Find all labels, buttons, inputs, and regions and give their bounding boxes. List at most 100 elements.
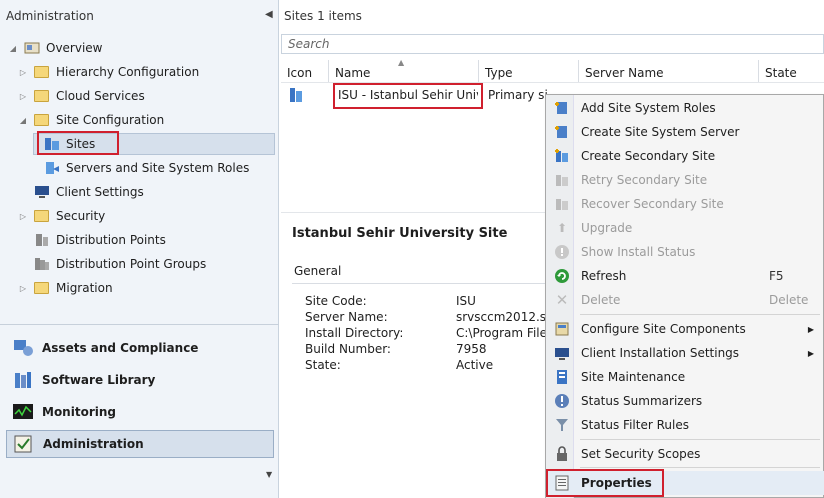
menu-item-create-site-system-server[interactable]: Create Site System Server <box>546 120 824 144</box>
menu-item-label: Retry Secondary Site <box>581 173 708 187</box>
field-state-label: State: <box>305 358 341 372</box>
site-name-highlight-box <box>333 83 483 109</box>
workspace-menu-arrow-icon[interactable]: ▼ <box>266 470 272 479</box>
tree-item-cloud-services[interactable]: ▷ Cloud Services <box>18 85 145 107</box>
detail-section-general: General <box>294 264 342 278</box>
distribution-points-icon <box>34 233 50 247</box>
refresh-icon <box>553 267 571 285</box>
field-state-value: Active <box>456 358 494 372</box>
servers-icon <box>44 161 60 175</box>
column-header-type[interactable]: Type <box>479 60 579 82</box>
overview-icon <box>24 41 40 55</box>
menu-item-label: Create Secondary Site <box>581 149 716 163</box>
field-site-code-label: Site Code: <box>305 294 367 308</box>
search-placeholder: Search <box>288 37 330 51</box>
column-header-state[interactable]: State <box>759 60 824 82</box>
folder-icon <box>34 210 49 222</box>
menu-item-label: Add Site System Roles <box>581 101 716 115</box>
tree-item-site-configuration[interactable]: ◢ Site Configuration <box>18 109 164 131</box>
collapsed-arrow-icon[interactable]: ▷ <box>18 284 28 293</box>
expanded-arrow-icon[interactable]: ◢ <box>18 116 28 125</box>
status-info-icon <box>553 243 571 261</box>
tree-item-label: Hierarchy Configuration <box>56 65 200 79</box>
expanded-arrow-icon[interactable]: ◢ <box>8 44 18 53</box>
menu-item-status-summarizers[interactable]: Status Summarizers <box>546 389 824 413</box>
tree-item-label: Distribution Point Groups <box>56 257 207 271</box>
tree-item-servers-and-site-system-roles[interactable]: Servers and Site System Roles <box>44 157 249 179</box>
lock-icon <box>553 445 571 463</box>
menu-item-label: Recover Secondary Site <box>581 197 724 211</box>
client-install-icon <box>553 344 571 362</box>
menu-item-retry-secondary-site[interactable]: Retry Secondary Site <box>546 168 824 192</box>
workspace-label: Software Library <box>42 373 156 387</box>
workspace-monitoring[interactable]: Monitoring <box>6 398 274 426</box>
sites-highlight-box <box>37 131 119 155</box>
folder-icon <box>34 90 49 102</box>
menu-item-recover-secondary-site[interactable]: Recover Secondary Site <box>546 192 824 216</box>
workspace-assets-and-compliance[interactable]: Assets and Compliance <box>6 334 274 362</box>
field-site-code-value: ISU <box>456 294 476 308</box>
workspace-label: Monitoring <box>42 405 116 419</box>
menu-separator <box>580 314 820 315</box>
menu-item-label: Create Site System Server <box>581 125 740 139</box>
tree-item-client-settings[interactable]: Client Settings <box>34 181 144 203</box>
submenu-arrow-icon: ▶ <box>807 324 814 334</box>
tree-item-overview[interactable]: ◢ Overview <box>8 37 103 59</box>
client-settings-icon <box>34 185 50 199</box>
upgrade-arrow-icon: ⬆ <box>556 221 568 235</box>
collapsed-arrow-icon[interactable]: ▷ <box>18 212 28 221</box>
menu-item-configure-site-components[interactable]: Configure Site Components ▶ <box>546 317 824 341</box>
tree-item-distribution-points[interactable]: Distribution Points <box>34 229 166 251</box>
field-server-name-value: srvsccm2012.sehi <box>456 310 546 324</box>
menu-item-set-security-scopes[interactable]: Set Security Scopes <box>546 442 824 466</box>
column-header-icon[interactable]: Icon <box>281 60 329 82</box>
content-header: Sites 1 items <box>284 9 362 23</box>
menu-item-delete[interactable]: ✕ Delete Delete <box>546 288 824 312</box>
menu-item-client-installation-settings[interactable]: Client Installation Settings ▶ <box>546 341 824 365</box>
delete-x-icon: ✕ <box>555 291 569 309</box>
menu-item-refresh[interactable]: Refresh F5 <box>546 264 824 288</box>
site-maintenance-icon <box>553 368 571 386</box>
tree-item-label: Site Configuration <box>56 113 165 127</box>
folder-icon <box>34 66 49 78</box>
create-secondary-site-icon <box>553 147 571 165</box>
search-input[interactable]: Search <box>281 34 824 54</box>
workspace-administration[interactable]: Administration <box>6 430 274 458</box>
menu-item-label: Refresh <box>581 269 627 283</box>
detail-title: Istanbul Sehir University Site <box>292 226 508 241</box>
field-install-directory-label: Install Directory: <box>305 326 404 340</box>
cell-site-type: Primary site <box>488 88 548 102</box>
collapsed-arrow-icon[interactable]: ▷ <box>18 68 28 77</box>
menu-item-label: Site Maintenance <box>581 370 686 384</box>
menu-item-add-site-system-roles[interactable]: Add Site System Roles <box>546 96 824 120</box>
properties-highlight-box <box>546 469 664 497</box>
menu-item-create-secondary-site[interactable]: Create Secondary Site <box>546 144 824 168</box>
collapse-nav-icon[interactable]: ◀ <box>265 9 273 20</box>
site-row-icon <box>289 87 303 106</box>
folder-icon <box>34 282 49 294</box>
menu-item-label: Upgrade <box>581 221 633 235</box>
tree-item-label: Client Settings <box>56 185 144 199</box>
detail-divider <box>281 212 546 213</box>
submenu-arrow-icon: ▶ <box>807 348 814 358</box>
tree-item-label: Servers and Site System Roles <box>66 161 250 175</box>
menu-separator <box>580 439 820 440</box>
tree-item-hierarchy-configuration[interactable]: ▷ Hierarchy Configuration <box>18 61 199 83</box>
tree-item-distribution-point-groups[interactable]: Distribution Point Groups <box>34 253 206 275</box>
menu-item-status-filter-rules[interactable]: Status Filter Rules <box>546 413 824 437</box>
menu-separator <box>580 467 820 468</box>
tree-item-migration[interactable]: ▷ Migration <box>18 277 113 299</box>
collapsed-arrow-icon[interactable]: ▷ <box>18 92 28 101</box>
tree-item-security[interactable]: ▷ Security <box>18 205 105 227</box>
field-build-number-value: 7958 <box>456 342 487 356</box>
detail-section-line <box>292 283 552 284</box>
retry-icon <box>553 171 571 189</box>
column-header-server-name[interactable]: Server Name <box>579 60 759 82</box>
menu-item-site-maintenance[interactable]: Site Maintenance <box>546 365 824 389</box>
tree-item-label: Distribution Points <box>56 233 166 247</box>
menu-item-show-install-status[interactable]: Show Install Status <box>546 240 824 264</box>
workspace-software-library[interactable]: Software Library <box>6 366 274 394</box>
menu-item-label: Show Install Status <box>581 245 696 259</box>
menu-item-upgrade[interactable]: ⬆ Upgrade <box>546 216 824 240</box>
sort-ascending-icon: ▲ <box>398 58 405 67</box>
